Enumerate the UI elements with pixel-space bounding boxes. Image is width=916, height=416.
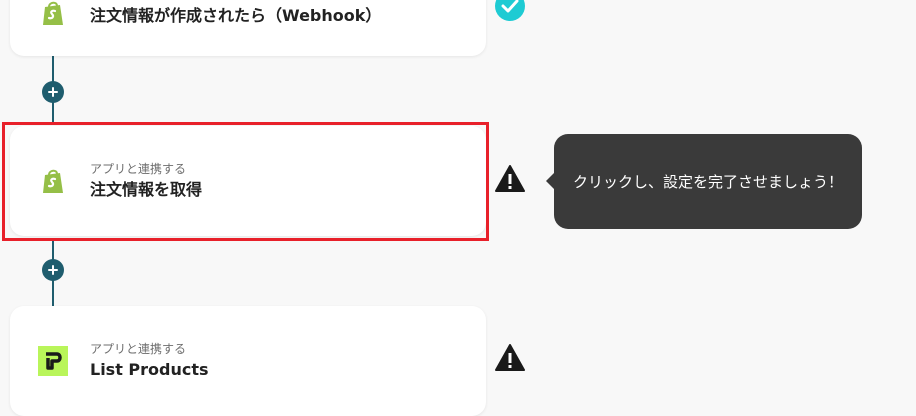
setup-tooltip: クリックし、設定を完了させましょう！ [554, 134, 862, 229]
flow-step-card-get-order[interactable]: アプリと連携する 注文情報を取得 [10, 126, 486, 236]
step-title: 注文情報が作成されたら（Webhook） [90, 6, 382, 25]
warning-icon [495, 344, 525, 371]
tooltip-text: クリックし、設定を完了させましょう！ [572, 173, 843, 191]
app-logo-p-icon [38, 346, 68, 376]
plus-icon [48, 87, 58, 97]
step-subtitle: アプリと連携する [90, 162, 187, 176]
flow-step-card-list-products[interactable]: アプリと連携する List Products [10, 306, 486, 416]
step-subtitle: アプリと連携する [90, 342, 187, 356]
step-title: 注文情報を取得 [90, 180, 203, 199]
shopify-icon [43, 1, 63, 25]
add-step-button[interactable] [42, 259, 64, 281]
plus-icon [48, 265, 58, 275]
shopify-icon [43, 169, 63, 193]
check-circle-icon [495, 0, 525, 21]
tooltip-arrow [546, 173, 554, 189]
add-step-button[interactable] [42, 81, 64, 103]
step-title: List Products [90, 360, 209, 379]
warning-icon [495, 165, 525, 192]
flow-step-card-trigger[interactable]: 注文情報が作成されたら（Webhook） [10, 0, 486, 56]
